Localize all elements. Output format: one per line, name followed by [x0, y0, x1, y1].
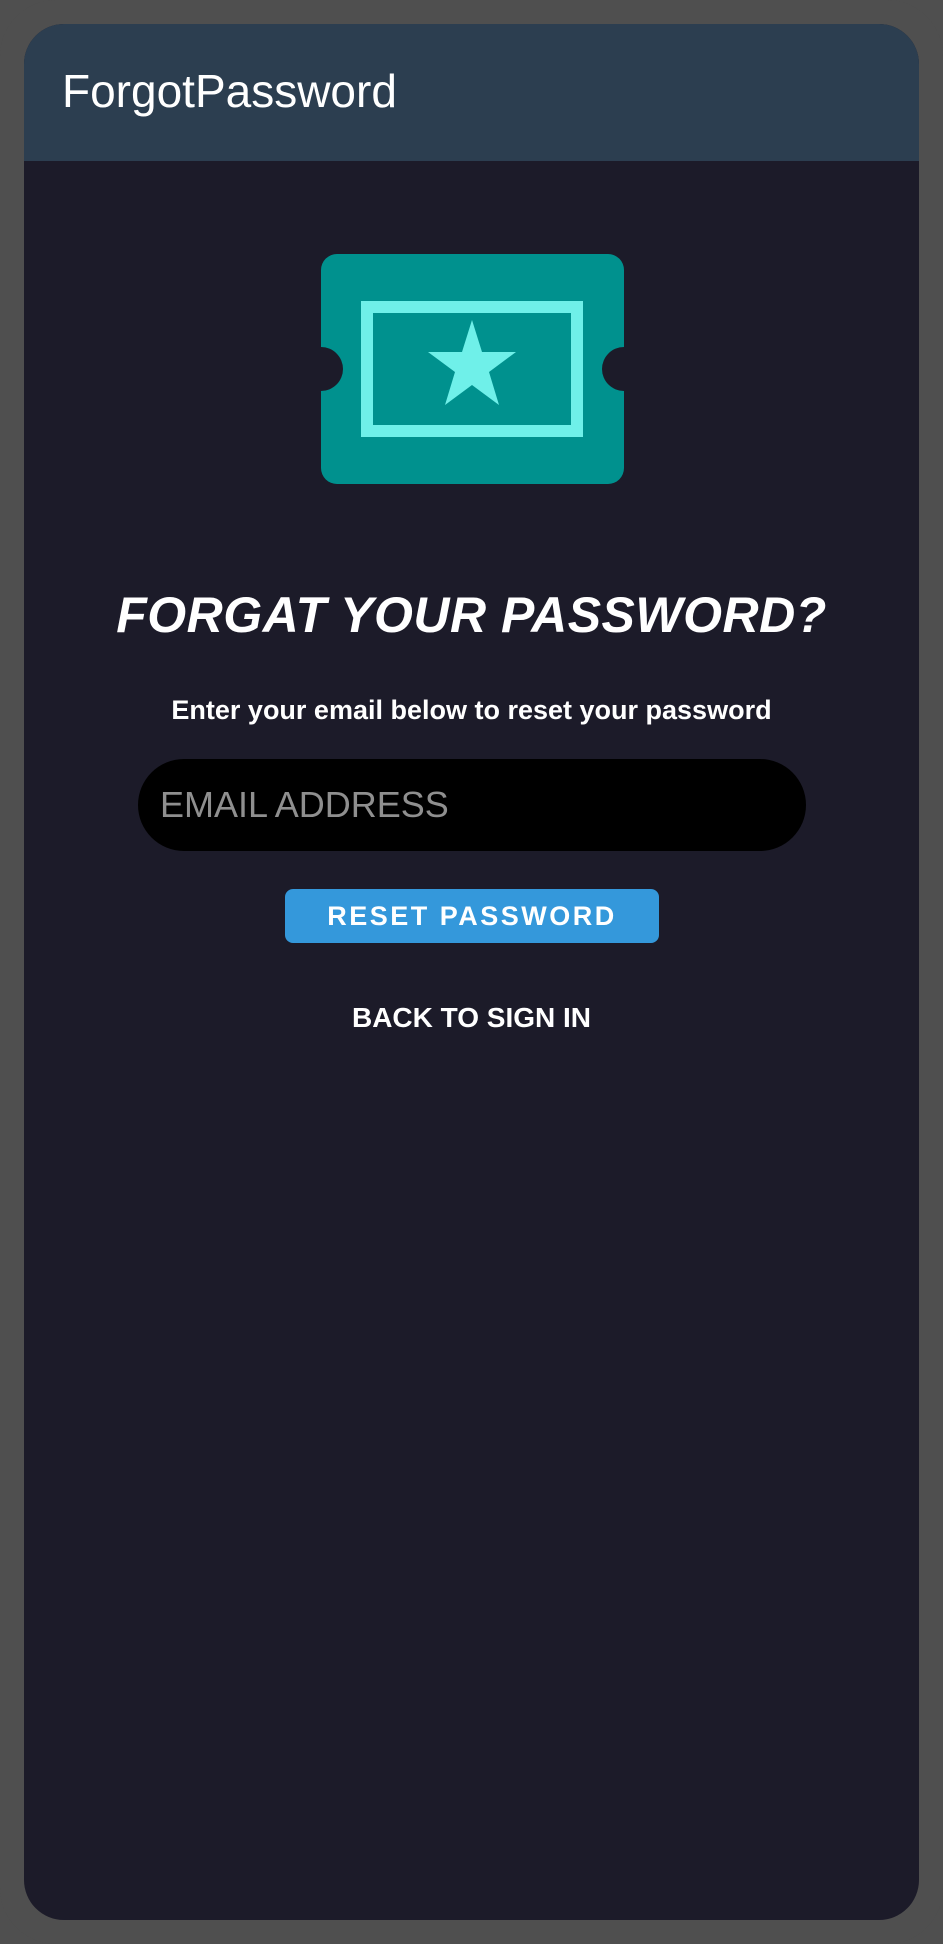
back-to-sign-in-link[interactable]: BACK TO SIGN IN: [24, 1002, 919, 1034]
page-headline: FORGAT YOUR PASSWORD?: [116, 587, 827, 643]
app-bar-title: ForgotPassword: [62, 64, 397, 117]
app-screen: ForgotPassword FORGAT YOUR PASSWORD? Ent…: [24, 24, 919, 1920]
email-field[interactable]: [138, 759, 806, 851]
ticket-star-icon: [321, 254, 624, 484]
reset-password-button[interactable]: RESET PASSWORD: [285, 889, 659, 943]
instruction-text: Enter your email below to reset your pas…: [171, 695, 772, 725]
app-bar: ForgotPassword: [24, 24, 919, 161]
device-frame: ForgotPassword FORGAT YOUR PASSWORD? Ent…: [0, 0, 943, 1944]
